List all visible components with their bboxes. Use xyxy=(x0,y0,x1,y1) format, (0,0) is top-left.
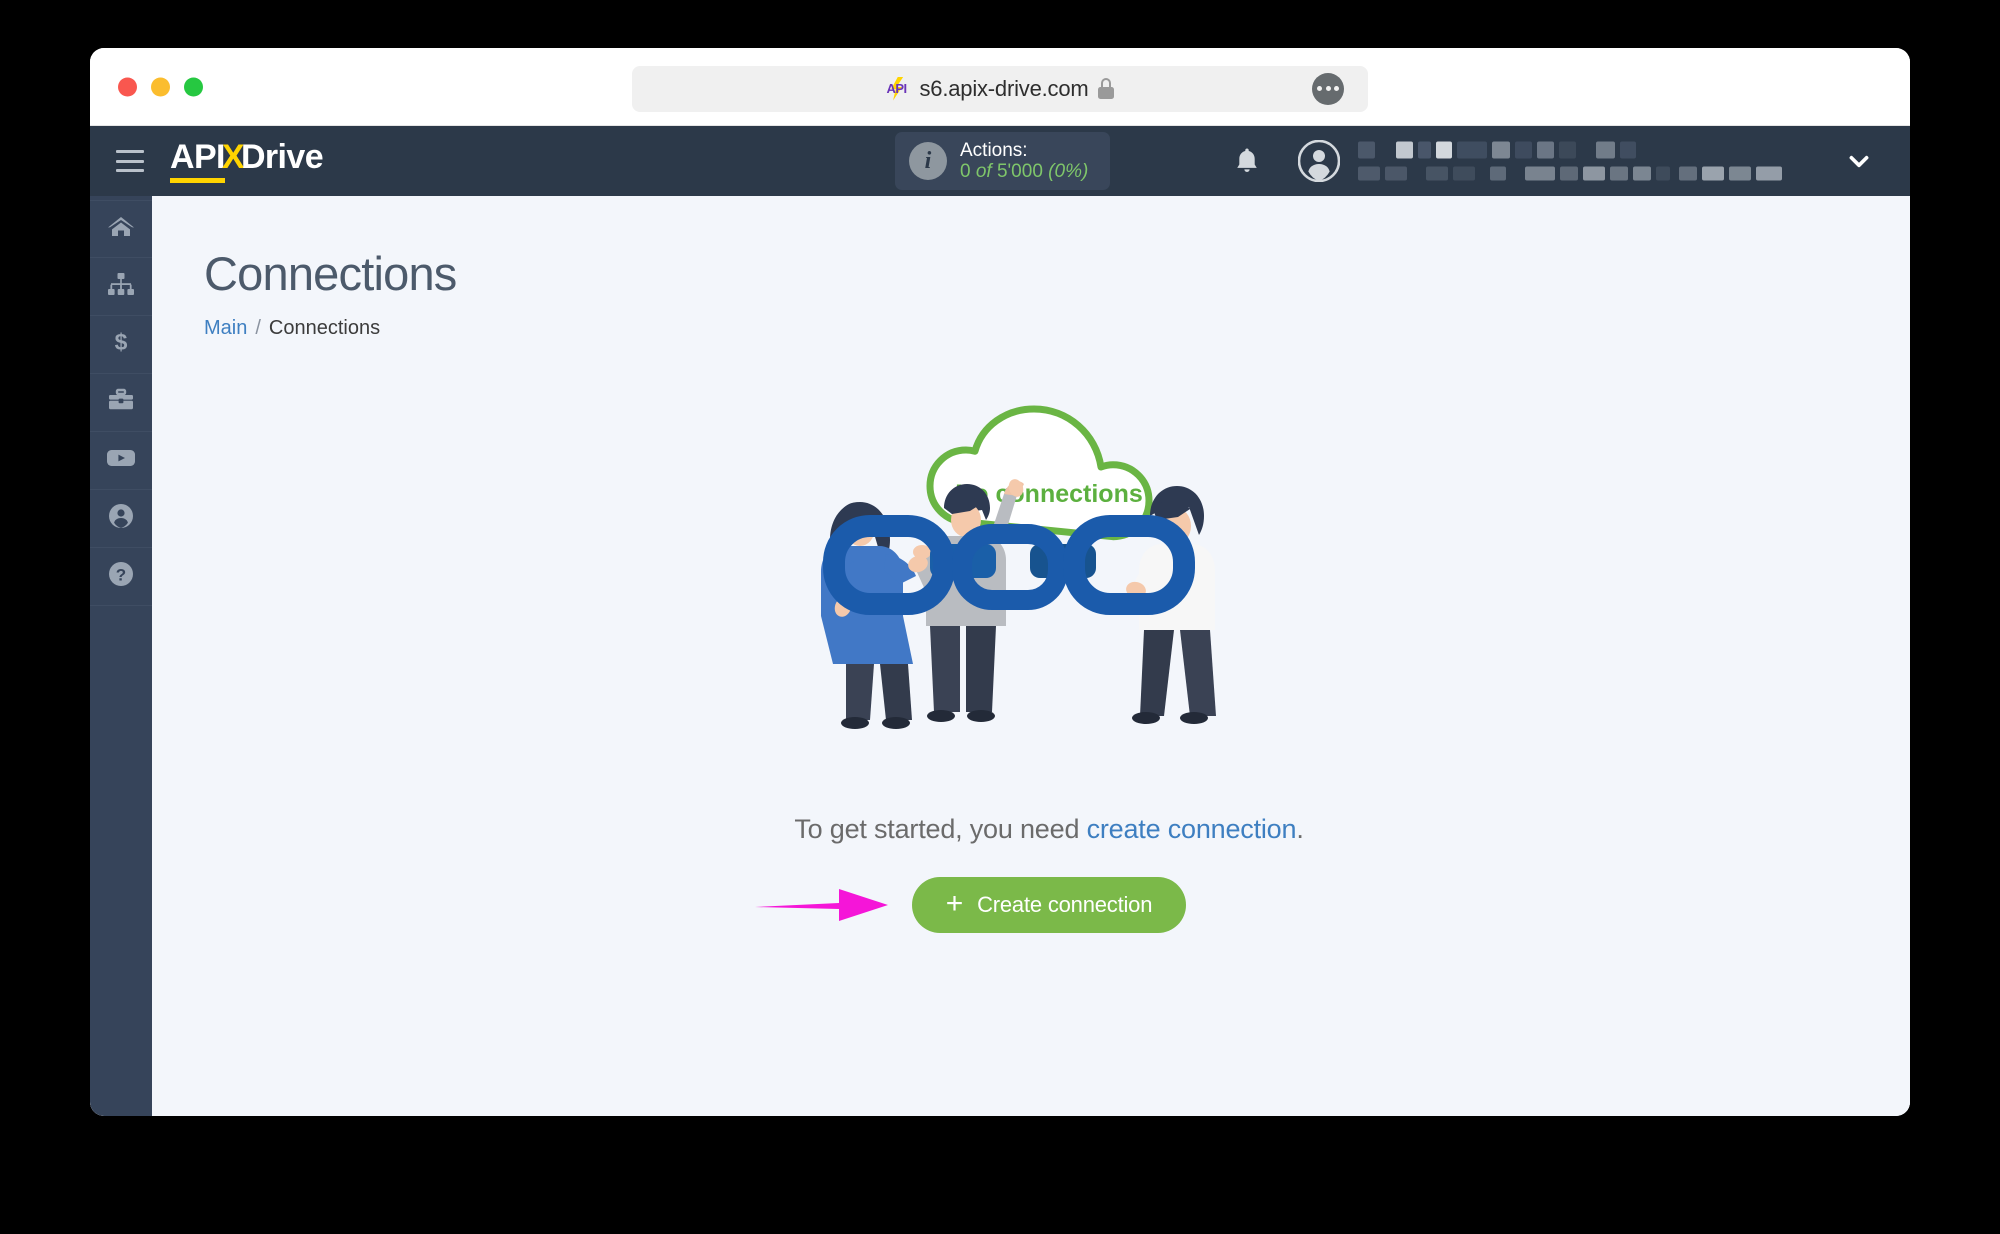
lock-icon xyxy=(1097,78,1114,99)
user-name-redacted xyxy=(1358,141,1782,159)
cta-text: To get started, you need create connecti… xyxy=(794,814,1303,845)
actions-of: of xyxy=(970,161,997,182)
sidebar-item-connections[interactable] xyxy=(90,258,152,316)
browser-window: API s6.apix-drive.com API X Drive i Action… xyxy=(90,48,1910,1116)
page-title: Connections xyxy=(204,247,457,300)
logo-text-drive: Drive xyxy=(240,137,324,176)
actions-percent: (0%) xyxy=(1048,161,1089,182)
apix-drive-logo[interactable]: API X Drive xyxy=(170,137,324,183)
create-connection-row: + Create connection xyxy=(754,877,1187,933)
actions-quota-badge[interactable]: i Actions: 0 of 5'000 (0%) xyxy=(895,132,1111,190)
question-mark-icon: ? xyxy=(108,561,134,592)
info-icon: i xyxy=(909,142,947,180)
sidebar-item-billing[interactable]: $ xyxy=(90,316,152,374)
browser-titlebar: API s6.apix-drive.com xyxy=(90,48,1910,126)
chevron-down-icon[interactable] xyxy=(1846,148,1872,174)
user-circle-icon xyxy=(108,503,134,534)
sitemap-icon xyxy=(107,272,135,301)
briefcase-icon xyxy=(107,388,135,417)
main-content: Connections Main / Connections No connec… xyxy=(152,196,1910,1116)
notification-bell-icon[interactable] xyxy=(1234,146,1260,176)
traffic-lights xyxy=(118,77,203,96)
app-header: API X Drive i Actions: 0 of 5'000 (0%) xyxy=(90,126,1910,196)
breadcrumb-separator: / xyxy=(255,317,261,339)
svg-text:$: $ xyxy=(115,329,128,355)
cta-prefix: To get started, you need xyxy=(794,814,1087,844)
favicon-label: API xyxy=(886,80,908,96)
no-connections-illustration: No connections xyxy=(794,368,1304,788)
address-bar-url: s6.apix-drive.com xyxy=(919,75,1089,101)
empty-state: No connections To get started, you need … xyxy=(204,368,1894,933)
more-options-icon[interactable] xyxy=(1312,72,1344,105)
pink-arrow-annotation-icon xyxy=(754,883,890,927)
svg-text:?: ? xyxy=(116,566,126,585)
actions-label: Actions: xyxy=(960,139,1028,161)
actions-count: 0 xyxy=(960,161,971,182)
actions-quota-value: 0 of 5'000 (0%) xyxy=(960,161,1088,182)
breadcrumb-current: Connections xyxy=(268,317,381,339)
site-favicon-icon: API xyxy=(886,76,911,101)
dollar-icon: $ xyxy=(109,329,133,360)
sidebar-item-home[interactable] xyxy=(90,200,152,258)
address-bar[interactable]: API s6.apix-drive.com xyxy=(632,65,1368,112)
user-avatar-icon[interactable] xyxy=(1297,139,1341,183)
sidebar-item-services[interactable] xyxy=(90,374,152,432)
user-identity-redacted[interactable] xyxy=(1358,141,1782,181)
breadcrumb: Main / Connections xyxy=(204,317,1910,340)
minimize-window-button[interactable] xyxy=(151,77,170,96)
create-connection-link[interactable]: create connection xyxy=(1087,814,1297,844)
youtube-icon xyxy=(106,447,136,474)
breadcrumb-main-link[interactable]: Main xyxy=(204,317,247,340)
sidebar-item-video[interactable] xyxy=(90,432,152,490)
hamburger-icon[interactable] xyxy=(116,150,144,172)
plus-icon: + xyxy=(945,886,964,920)
maximize-window-button[interactable] xyxy=(184,77,203,96)
close-window-button[interactable] xyxy=(118,77,137,96)
create-connection-button-label: Create connection xyxy=(977,892,1153,917)
logo-text-api: API xyxy=(170,140,225,183)
sidebar-item-help[interactable]: ? xyxy=(90,548,152,606)
sidebar-item-account[interactable] xyxy=(90,490,152,548)
cta-suffix: . xyxy=(1296,814,1304,844)
app-body: $ ? Connections Main / Connections No co… xyxy=(90,196,1910,1116)
home-icon xyxy=(107,215,135,244)
left-sidebar: $ ? xyxy=(90,196,152,1116)
create-connection-button[interactable]: + Create connection xyxy=(911,877,1187,933)
user-email-redacted xyxy=(1358,166,1782,181)
actions-limit: 5'000 xyxy=(996,161,1043,182)
